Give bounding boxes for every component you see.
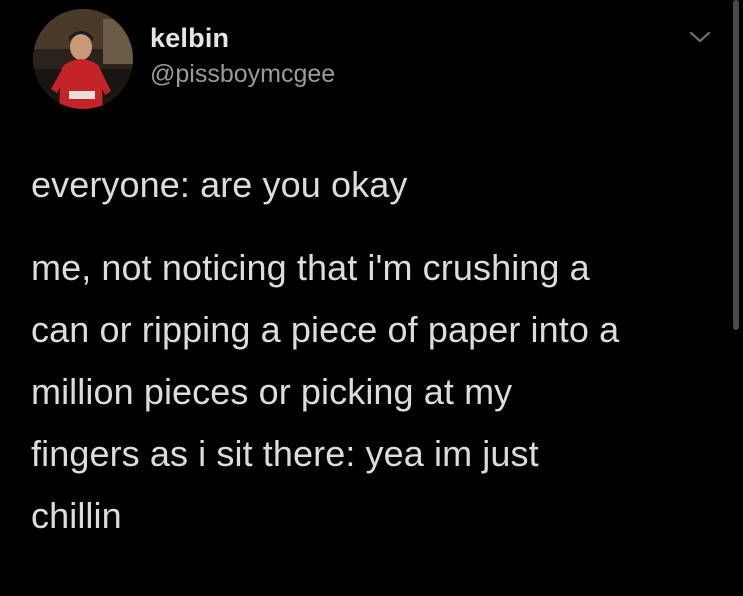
tweet-text-body: me, not noticing that i'm crushing a can…: [31, 237, 721, 547]
display-name[interactable]: kelbin: [150, 22, 229, 54]
chevron-down-icon[interactable]: [688, 28, 712, 46]
tweet-text-line: million pieces or picking at my: [31, 371, 513, 412]
avatar[interactable]: [33, 9, 133, 109]
tweet-text-first-line: everyone: are you okay: [31, 164, 408, 205]
tweet-text-line: fingers as i sit there: yea im just: [31, 433, 539, 474]
user-handle[interactable]: @pissboymcgee: [150, 59, 335, 89]
tweet-card: kelbin @pissboymcgee everyone: are you o…: [0, 0, 743, 596]
tweet-text-line: chillin: [31, 495, 122, 536]
scrollbar[interactable]: [733, 0, 739, 330]
tweet-text-line: can or ripping a piece of paper into a: [31, 309, 620, 350]
profile-photo: [33, 9, 133, 109]
tweet-text-line: me, not noticing that i'm crushing a: [31, 247, 590, 288]
